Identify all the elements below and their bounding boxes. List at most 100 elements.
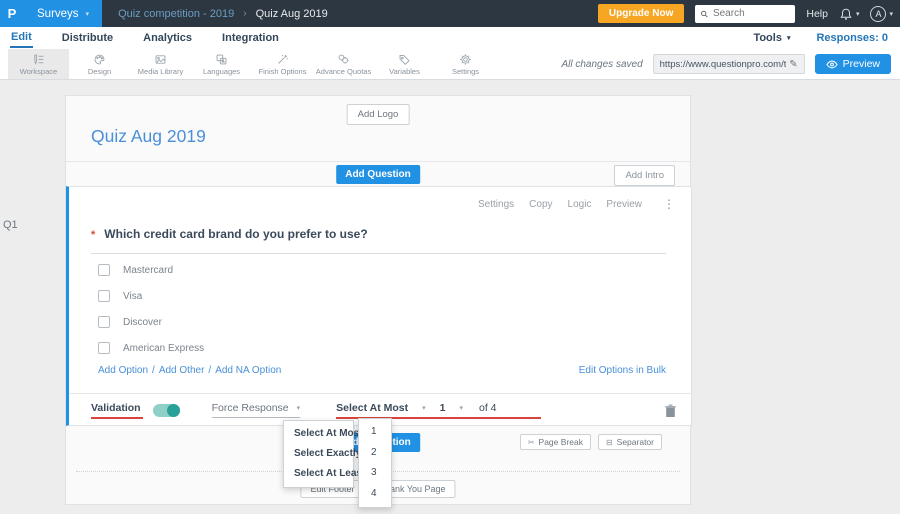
question-preview-link[interactable]: Preview — [606, 199, 642, 210]
question-text-row[interactable]: * Which credit card brand do you prefer t… — [91, 227, 666, 254]
page-break-separator-group: ✂ Page Break ⊟ Separator — [519, 434, 662, 450]
tab-edit[interactable]: Edit — [10, 28, 33, 48]
option-label[interactable]: Discover — [123, 317, 162, 328]
notifications-button[interactable]: ▾ — [839, 7, 859, 21]
page-break-button[interactable]: ✂ Page Break — [519, 434, 591, 450]
upgrade-now-button[interactable]: Upgrade Now — [597, 4, 685, 23]
toolbar-item-variables[interactable]: Variables — [374, 49, 435, 79]
survey-title[interactable]: Quiz Aug 2019 — [91, 126, 206, 147]
eye-icon — [825, 60, 838, 68]
gear-icon — [460, 53, 471, 65]
edit-url-icon[interactable]: ✎ — [789, 59, 797, 70]
help-link[interactable]: Help — [806, 8, 828, 20]
question-logic-link[interactable]: Logic — [568, 199, 592, 210]
toolbar-label: Languages — [202, 66, 241, 76]
toolbar-item-languages[interactable]: Languages — [191, 49, 252, 79]
surveys-menu-label: Surveys — [37, 7, 79, 20]
chevron-down-icon[interactable]: ▾ — [422, 404, 426, 412]
wand-icon — [278, 54, 288, 64]
toolbar-item-settings[interactable]: Settings — [435, 49, 496, 79]
force-response-dropdown[interactable]: Force Response ▾ — [211, 402, 301, 418]
workspace-icon — [34, 54, 44, 65]
count-option-3[interactable]: 3 — [359, 463, 391, 484]
rule-option-select-at-most[interactable]: Select At Most — [284, 424, 363, 444]
add-option-link[interactable]: Add Option — [98, 365, 148, 376]
add-na-option-link[interactable]: Add NA Option — [215, 365, 281, 376]
option-checkbox[interactable] — [98, 316, 110, 328]
preview-button[interactable]: Preview — [814, 54, 891, 74]
breadcrumb-current: Quiz Aug 2019 — [255, 7, 328, 20]
question-settings-link[interactable]: Settings — [478, 199, 514, 210]
toolbar-label: Design — [87, 66, 112, 76]
separator-button[interactable]: ⊟ Separator — [597, 434, 662, 450]
search-input[interactable] — [712, 8, 791, 19]
separator-label: Separator — [616, 437, 654, 447]
trash-icon — [665, 404, 676, 417]
topbar-right: Upgrade Now Help ▾ A ▾ — [597, 0, 900, 27]
tab-integration[interactable]: Integration — [221, 29, 280, 47]
tab-distribute[interactable]: Distribute — [61, 29, 114, 47]
validation-toggle[interactable] — [152, 403, 180, 417]
search-icon — [701, 10, 709, 17]
question-text[interactable]: Which credit card brand do you prefer to… — [104, 227, 367, 241]
count-dropdown[interactable]: 1 — [440, 402, 446, 414]
chevron-down-icon[interactable]: ▾ — [459, 404, 463, 412]
add-logo-button[interactable]: Add Logo — [346, 104, 410, 125]
toolbar-item-media-library[interactable]: Media Library — [130, 49, 191, 79]
delete-question-button[interactable] — [664, 403, 677, 418]
more-options-icon[interactable]: ⋮ — [663, 197, 675, 211]
add-other-link[interactable]: Add Other — [159, 365, 205, 376]
count-option-2[interactable]: 2 — [359, 443, 391, 464]
question-block: Settings Copy Logic Preview ⋮ * Which cre… — [66, 186, 692, 426]
answer-options: Mastercard Visa Discover American Expres… — [98, 257, 204, 361]
count-option-4[interactable]: 4 — [359, 484, 391, 505]
validation-label: Validation — [91, 402, 143, 419]
question-actions: Settings Copy Logic Preview ⋮ — [478, 197, 675, 211]
count-option-1[interactable]: 1 — [359, 422, 391, 443]
toolbar-item-advance-quotas[interactable]: Advance Quotas — [313, 49, 374, 79]
add-question-button-top[interactable]: Add Question — [336, 165, 420, 184]
toolbar-item-workspace[interactable]: Workspace — [8, 49, 69, 79]
breadcrumb-parent[interactable]: Quiz competition - 2019 — [118, 8, 234, 20]
tab-analytics[interactable]: Analytics — [142, 29, 193, 47]
option-row: American Express — [98, 335, 204, 361]
questionpro-logo[interactable]: P — [0, 0, 24, 27]
survey-toolbar: Workspace Design Media Library Languages… — [0, 49, 900, 80]
tools-menu[interactable]: Tools ▾ — [753, 32, 790, 44]
translate-icon — [216, 54, 227, 64]
toolbar-item-finish-options[interactable]: Finish Options — [252, 49, 313, 79]
add-intro-button[interactable]: Add Intro — [614, 165, 675, 186]
responses-count[interactable]: Responses: 0 — [816, 32, 888, 44]
toolbar-label: Variables — [389, 66, 420, 76]
account-menu[interactable]: A ▾ — [870, 5, 893, 22]
autosave-status: All changes saved — [561, 58, 643, 70]
main-nav: Edit Distribute Analytics Integration To… — [0, 27, 900, 49]
chevron-down-icon: ▾ — [786, 35, 791, 42]
option-checkbox[interactable] — [98, 290, 110, 302]
rule-option-select-at-least[interactable]: Select At Least — [284, 464, 365, 484]
count-dropdown-menu: 1 2 3 4 — [358, 418, 392, 508]
option-label[interactable]: American Express — [123, 343, 204, 354]
option-checkbox[interactable] — [98, 342, 110, 354]
option-label[interactable]: Visa — [123, 291, 142, 302]
edit-options-in-bulk-link[interactable]: Edit Options in Bulk — [579, 365, 666, 376]
search-box[interactable] — [695, 4, 796, 23]
question-copy-link[interactable]: Copy — [529, 199, 552, 210]
required-asterisk: * — [91, 229, 96, 241]
option-row: Visa — [98, 283, 204, 309]
palette-icon — [94, 54, 105, 64]
image-icon — [155, 54, 166, 64]
survey-url-box[interactable]: ✎ — [652, 54, 805, 74]
chevron-down-icon: ▾ — [85, 10, 90, 18]
rule-option-select-exactly[interactable]: Select Exactly — [284, 444, 361, 464]
rule-dropdown[interactable]: Select At Most — [336, 402, 408, 414]
chevron-down-icon: ▾ — [296, 405, 301, 412]
nav-right: Tools ▾ Responses: 0 — [753, 32, 890, 44]
option-links: Add Option / Add Other / Add NA Option — [98, 365, 281, 376]
option-label[interactable]: Mastercard — [123, 265, 173, 276]
toolbar-item-design[interactable]: Design — [69, 49, 130, 79]
option-checkbox[interactable] — [98, 264, 110, 276]
survey-url-input[interactable] — [659, 58, 787, 70]
surveys-menu[interactable]: Surveys ▾ — [24, 0, 103, 27]
separator-icon: ⊟ — [605, 437, 613, 447]
